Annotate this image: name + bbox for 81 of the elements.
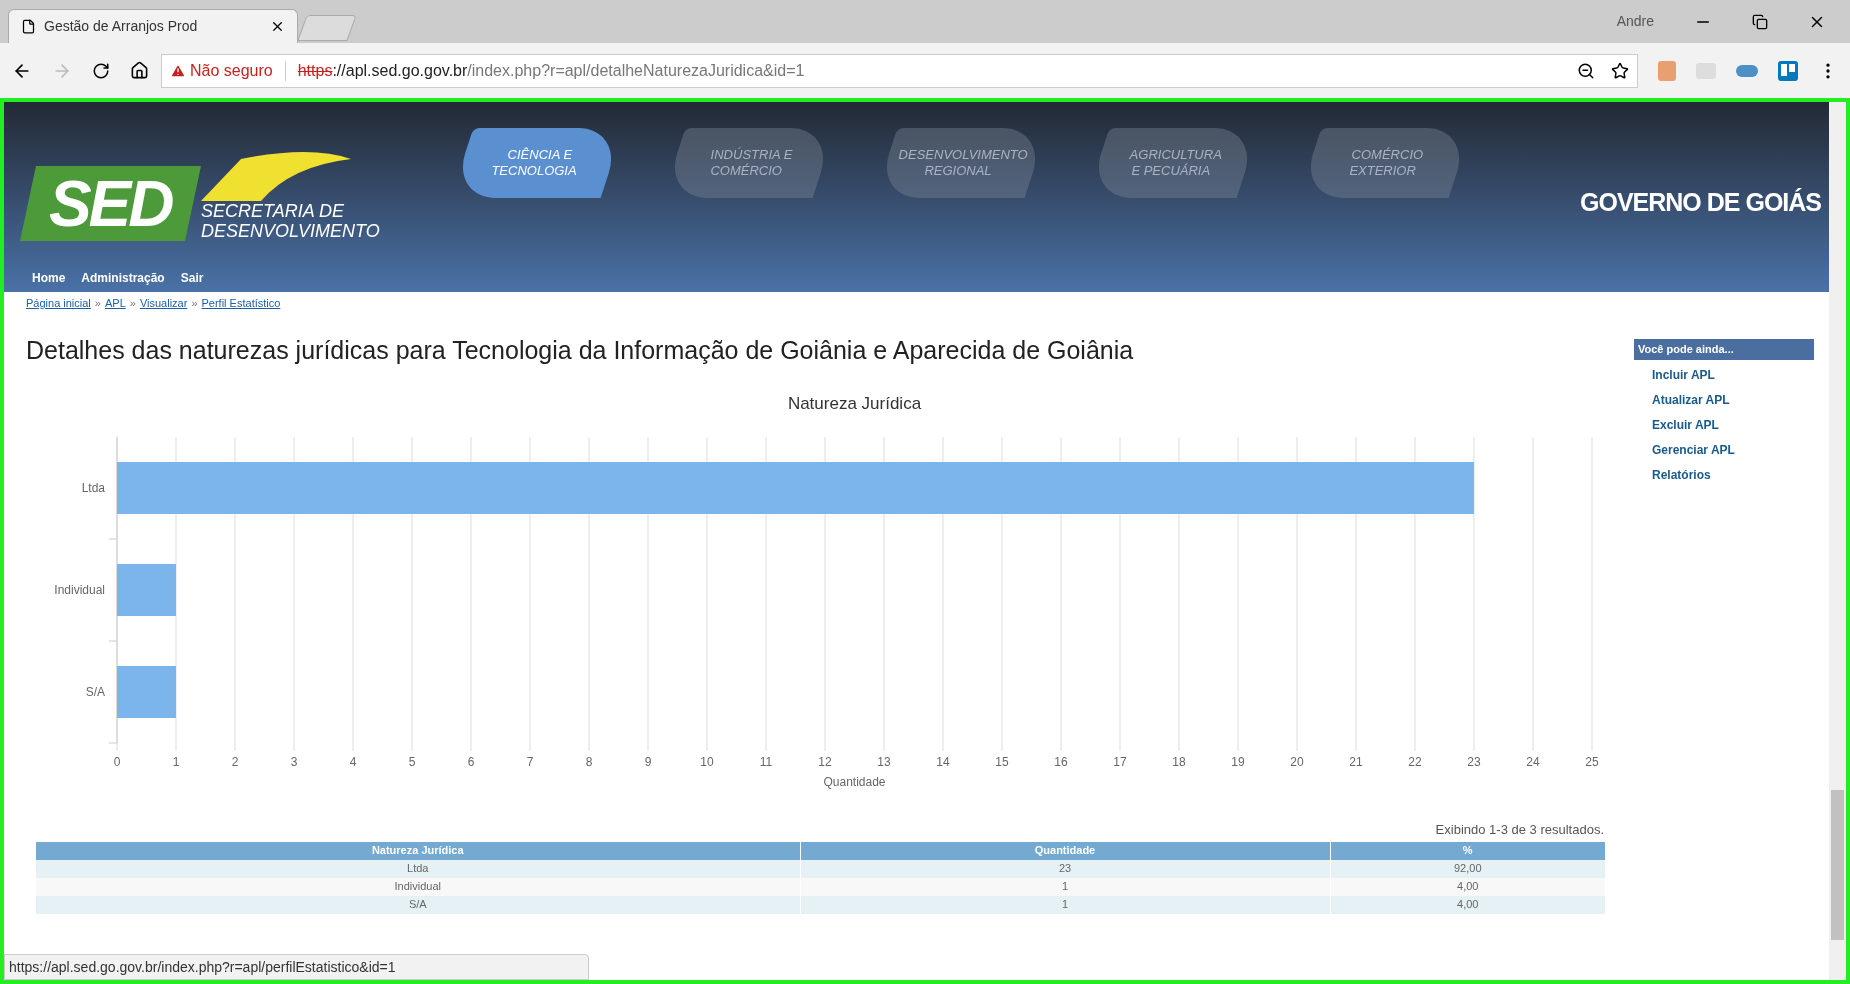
table-cell: 1: [800, 895, 1330, 914]
tick-label: 6: [467, 755, 475, 769]
tick-label: 16: [1054, 755, 1068, 769]
tick-label: 20: [1290, 755, 1304, 769]
breadcrumb-separator: »: [129, 296, 136, 311]
table-cell: 4,00: [1330, 895, 1606, 914]
breadcrumb-separator: »: [191, 296, 198, 311]
chart-title: Natureza Jurídica: [787, 394, 922, 413]
sidebar-link[interactable]: Relatórios: [1652, 465, 1814, 484]
tick-label: 14: [936, 755, 950, 769]
zoom-icon[interactable]: [1577, 61, 1595, 80]
sidebar-link[interactable]: Atualizar APL: [1652, 390, 1814, 409]
tick-label: 23: [1467, 755, 1481, 769]
bar: [117, 666, 176, 718]
tick-label: 21: [1349, 755, 1363, 769]
reload-icon[interactable]: [92, 61, 110, 80]
tick-label: 12: [818, 755, 832, 769]
breadcrumb-link[interactable]: Perfil Estatístico: [201, 295, 281, 312]
sidebar-title: Você pode ainda...: [1634, 339, 1814, 360]
sidebar-link[interactable]: Incluir APL: [1652, 365, 1814, 384]
tab-title: Gestão de Arranjos Prod: [44, 17, 199, 36]
table-cell: 92,00: [1330, 859, 1606, 878]
page-title: Detalhes das naturezas jurídicas para Tecnologia da Informação de Goiânia e Aparecida de Goiânia: [26, 334, 1135, 366]
table-cell: Ltda: [36, 859, 800, 878]
tick-label: 9: [644, 755, 652, 769]
bar: [117, 564, 176, 616]
tick-label: 5: [408, 755, 416, 769]
tick-label: 1: [172, 755, 180, 769]
tick-label: 19: [1231, 755, 1245, 769]
logo-subtitle: SECRETARIA DE DESENVOLVIMENTO: [201, 200, 380, 241]
axis-label: Individual: [54, 583, 105, 597]
sidebar-link[interactable]: Gerenciar APL: [1652, 440, 1814, 459]
browser-tab[interactable]: Gestão de Arranjos Prod: [8, 9, 298, 43]
table-cell: 4,00: [1330, 877, 1606, 896]
tick-label: 2: [231, 755, 239, 769]
axis-label: Ltda: [81, 481, 105, 495]
profile-name[interactable]: Andre: [1616, 11, 1654, 32]
tick-label: 13: [877, 755, 891, 769]
tick-label: 24: [1526, 755, 1540, 769]
bookmark-star-icon[interactable]: [1611, 61, 1629, 80]
close-tab-icon[interactable]: [270, 19, 285, 34]
tick-label: 7: [526, 755, 534, 769]
government-name: GOVERNO DE GOIÁS: [1580, 187, 1822, 219]
tick-label: 8: [585, 755, 593, 769]
breadcrumb-link[interactable]: APL: [104, 295, 126, 312]
home-icon[interactable]: [130, 61, 149, 80]
breadcrumb-link[interactable]: Visualizar: [139, 295, 188, 312]
scrollbar[interactable]: [1829, 102, 1846, 980]
results-summary: Exibindo 1-3 de 3 resultados.: [1434, 821, 1605, 839]
swoosh-icon: [201, 150, 351, 201]
page-icon: [21, 19, 36, 34]
tick-label: 4: [349, 755, 357, 769]
tick-label: 18: [1172, 755, 1186, 769]
tick-label: 0: [113, 755, 121, 769]
warning-icon: [170, 62, 186, 79]
breadcrumb-link[interactable]: Página inicial: [26, 295, 91, 312]
table-cell: Individual: [36, 877, 800, 896]
tick-label: 22: [1408, 755, 1422, 769]
url-text: https://apl.sed.go.gov.br/index.php?r=apl/detalheNaturezaJuridica&id=1: [297, 60, 805, 81]
tick-label: 17: [1113, 755, 1127, 769]
table-cell: 1: [800, 877, 1330, 896]
nav-link[interactable]: Home: [32, 269, 66, 287]
breadcrumb-separator: »: [94, 296, 101, 311]
board-icon[interactable]: [1778, 60, 1798, 81]
tick-label: 25: [1585, 755, 1599, 769]
security-label: Não seguro: [190, 60, 273, 81]
tick-label: 10: [700, 755, 714, 769]
axis-title: Quantidade: [823, 775, 886, 789]
address-field[interactable]: Não seguro https://apl.sed.go.gov.br/index.php?r=apl/detalheNaturezaJuridica&id=1: [161, 53, 1638, 88]
restore-icon[interactable]: [1752, 13, 1768, 30]
nav-link[interactable]: Administração: [81, 269, 165, 287]
table-cell: 23: [800, 859, 1330, 878]
tick-label: 3: [290, 755, 298, 769]
logo: SED: [20, 165, 201, 241]
axis-label: S/A: [85, 685, 105, 699]
tick-label: 11: [759, 755, 773, 769]
table-cell: S/A: [36, 895, 800, 914]
sidebar-link[interactable]: Excluir APL: [1652, 415, 1814, 434]
status-url: https://apl.sed.go.gov.br/index.php?r=apl/perfilEstatistico&id=1: [4, 954, 589, 980]
tick-label: 15: [995, 755, 1009, 769]
nav-link[interactable]: Sair: [180, 269, 204, 287]
